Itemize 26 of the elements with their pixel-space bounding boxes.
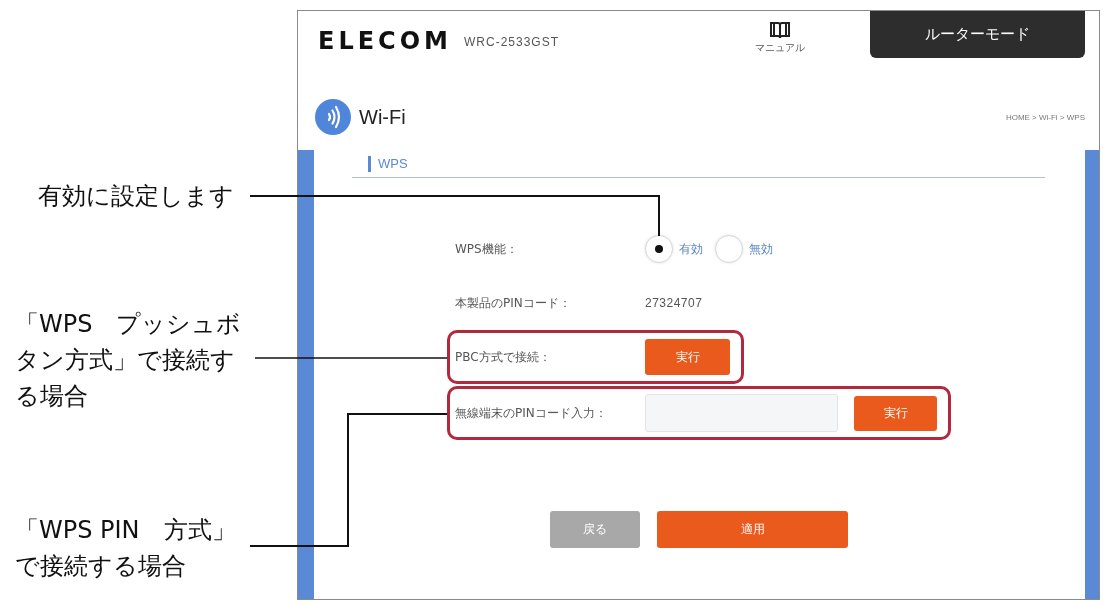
logo-text: ELECOM — [318, 29, 452, 53]
apply-button[interactable]: 適用 — [657, 511, 848, 548]
field-label: 無線端末のPINコード入力： — [455, 404, 608, 422]
radio-option[interactable]: 無効 — [715, 235, 773, 263]
router-mode-button[interactable]: ルーターモード — [870, 11, 1085, 58]
model-name: WRC-2533GST — [464, 35, 559, 49]
radio-button[interactable] — [645, 235, 673, 263]
field-label: WPS機能： — [455, 240, 519, 258]
manual-button[interactable]: マニュアル — [748, 21, 812, 55]
field-label: PBC方式で接続： — [455, 348, 552, 366]
input-field[interactable] — [645, 394, 838, 432]
run-button[interactable]: 実行 — [854, 395, 937, 431]
annotation-text: 有効に設定します — [38, 181, 234, 212]
page-title: Wi-Fi — [359, 105, 406, 129]
annotation-text: 「WPS PIN 方式」で接続する場合 — [15, 515, 237, 582]
wifi-icon — [315, 99, 351, 135]
field-label: 本製品のPINコード： — [455, 294, 572, 312]
book-icon — [770, 21, 790, 39]
breadcrumb: HOME > Wi-Fi > WPS — [1005, 112, 1085, 122]
annotation-text: 「WPS プッシュボタン方式」で接続する場合 — [15, 309, 243, 412]
radio-button[interactable] — [715, 235, 743, 263]
pin-value: 27324707 — [645, 296, 703, 310]
radio-option[interactable]: 有効 — [645, 235, 703, 263]
run-button[interactable]: 実行 — [645, 339, 730, 375]
back-button[interactable]: 戻る — [550, 511, 640, 548]
section-heading: WPS — [368, 156, 408, 172]
